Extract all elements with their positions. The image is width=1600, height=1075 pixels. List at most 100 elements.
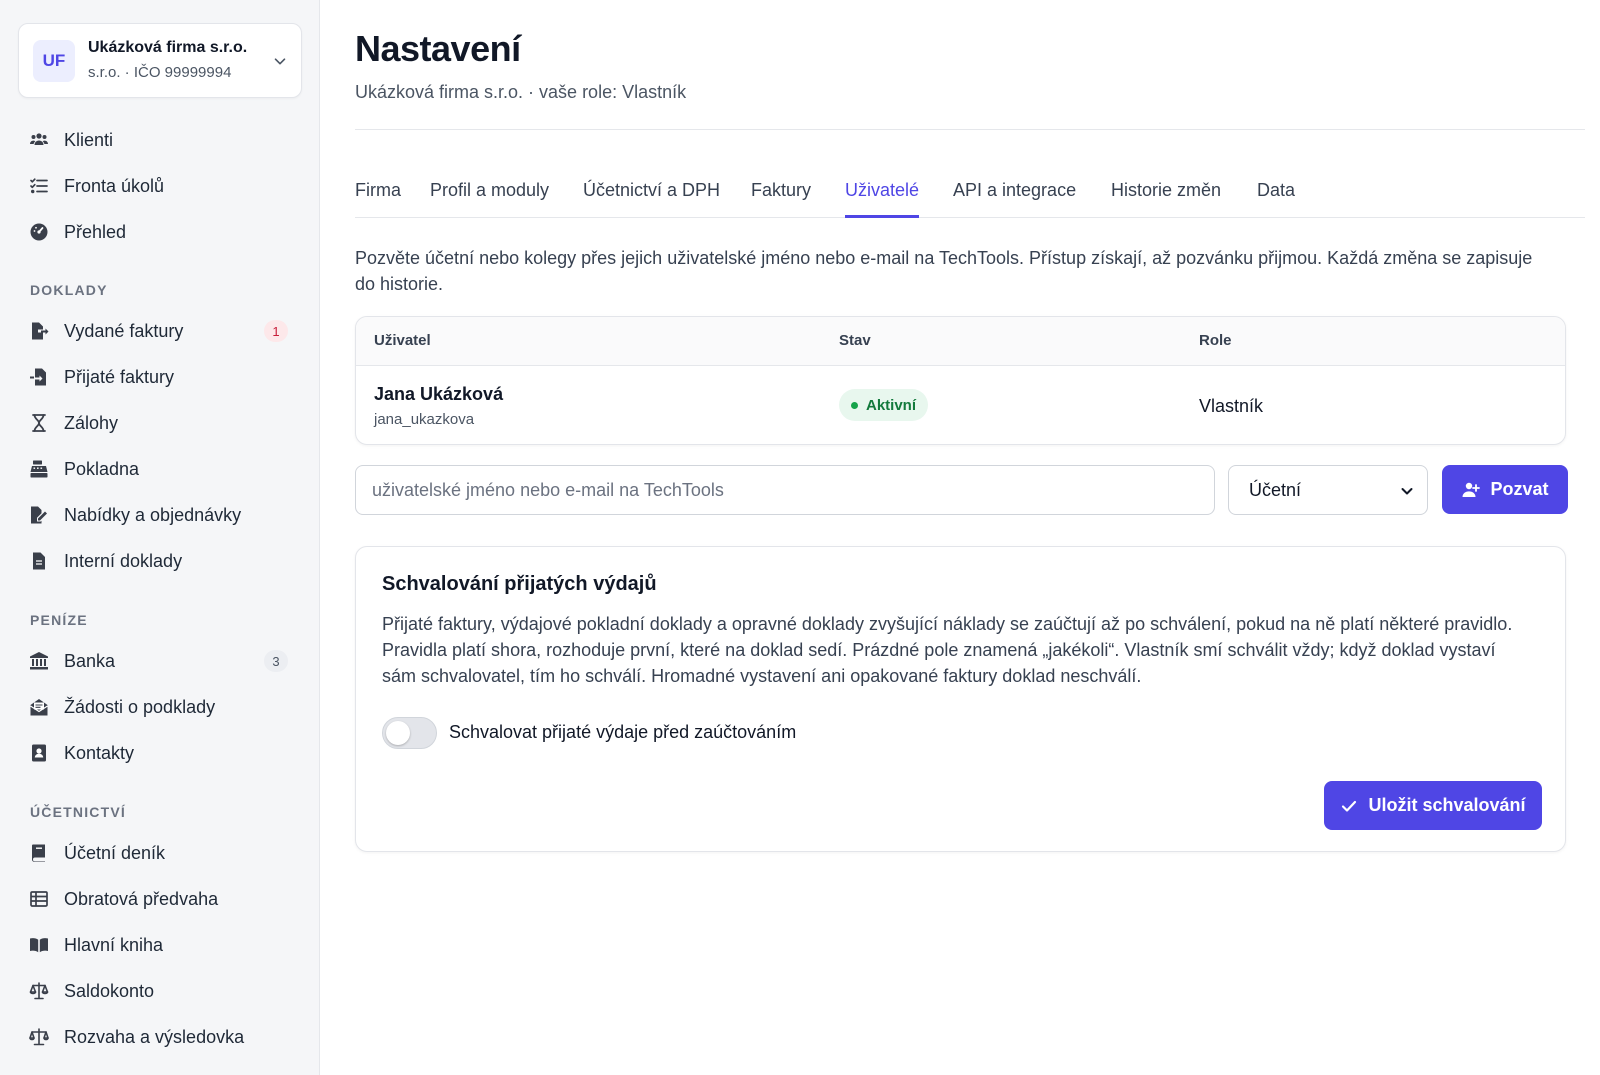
hourglass-icon xyxy=(29,413,49,433)
invite-role-select[interactable]: Účetní xyxy=(1228,465,1428,515)
sidebar-item-hlavni-kniha[interactable]: Hlavní kniha xyxy=(18,927,302,963)
invite-button-label: Pozvat xyxy=(1490,479,1549,499)
sidebar-item-nabidky-objednavky[interactable]: Nabídky a objednávky xyxy=(18,497,302,533)
sidebar-item-interni-doklady[interactable]: Interní doklady xyxy=(18,543,302,579)
sidebar-item-label: Rozvaha a výsledovka xyxy=(64,1027,245,1047)
sidebar-item-label: Hlavní kniha xyxy=(64,935,164,955)
sidebar-item-zadosti-podklady[interactable]: Žádosti o podklady xyxy=(18,689,302,725)
tab-historie-zmen[interactable]: Historie změn xyxy=(1111,180,1221,218)
sidebar-item-label: Obratová předvaha xyxy=(64,889,219,909)
invite-username-input[interactable] xyxy=(355,465,1215,515)
check-icon xyxy=(1342,800,1357,812)
gauge-icon xyxy=(29,222,49,242)
main-content: Nastavení Ukázková firma s.r.o. · vaše r… xyxy=(320,0,1600,1075)
section-title-ucetnictvi: ÚČETNICTVÍ xyxy=(30,804,126,820)
approval-title: Schvalování přijatých výdajů xyxy=(382,573,657,595)
status-label: Aktivní xyxy=(866,396,917,414)
save-approval-button[interactable]: Uložit schvalování xyxy=(1324,781,1542,830)
sidebar-item-label: Interní doklady xyxy=(64,551,183,571)
contact-book-icon xyxy=(29,743,49,763)
file-export-icon xyxy=(29,321,49,341)
users-icon xyxy=(29,130,49,150)
approval-toggle[interactable] xyxy=(382,717,437,749)
user-name: Jana Ukázková xyxy=(374,384,504,404)
users-intro-text: Pozvěte účetní nebo kolegy přes jejich u… xyxy=(355,248,1533,294)
sidebar-item-klienti[interactable]: Klienti xyxy=(18,122,302,158)
sidebar-item-obratova-predvaha[interactable]: Obratová předvaha xyxy=(18,881,302,917)
sidebar-item-label: Účetní deník xyxy=(64,843,166,863)
tab-api-integrace[interactable]: API a integrace xyxy=(953,180,1076,218)
sidebar-item-zalohy[interactable]: Zálohy xyxy=(18,405,302,441)
sidebar-item-vydane-faktury[interactable]: Vydané faktury 1 xyxy=(18,313,302,349)
sidebar-item-label: Vydané faktury xyxy=(64,321,184,341)
sidebar-item-label: Nabídky a objednávky xyxy=(64,505,242,525)
toggle-knob xyxy=(386,721,410,745)
journal-icon xyxy=(29,843,49,863)
column-header-status: Stav xyxy=(839,332,871,349)
file-import-icon xyxy=(29,367,49,387)
scale-icon xyxy=(29,981,49,1001)
sidebar-item-label: Zálohy xyxy=(64,413,119,433)
tab-firma[interactable]: Firma xyxy=(355,180,401,218)
settings-tabs: Firma Profil a moduly Účetnictví a DPH F… xyxy=(355,170,1585,218)
envelope-open-icon xyxy=(29,697,49,717)
sidebar-item-fronta-ukolu[interactable]: Fronta úkolů xyxy=(18,168,302,204)
invite-button[interactable]: Pozvat xyxy=(1442,465,1568,514)
org-subtitle: s.r.o. · IČO 99999994 xyxy=(88,64,232,81)
org-avatar: UF xyxy=(33,40,75,82)
org-switcher[interactable]: UF Ukázková firma s.r.o. s.r.o. · IČO 99… xyxy=(18,23,302,98)
sidebar-item-pokladna[interactable]: Pokladna xyxy=(18,451,302,487)
sidebar-item-label: Saldokonto xyxy=(64,981,155,1001)
section-title-doklady: DOKLADY xyxy=(30,282,108,298)
sidebar-item-label: Fronta úkolů xyxy=(64,176,165,196)
status-dot-icon xyxy=(851,401,858,409)
sidebar-item-prijate-faktury[interactable]: Přijaté faktury xyxy=(18,359,302,395)
invite-role-selected: Účetní xyxy=(1249,480,1302,500)
sidebar-item-kontakty[interactable]: Kontakty xyxy=(18,735,302,771)
sidebar-item-ucetni-denik[interactable]: Účetní deník xyxy=(18,835,302,871)
unread-count-badge: 1 xyxy=(264,320,288,342)
sidebar-item-label: Přehled xyxy=(64,222,127,242)
bank-icon xyxy=(29,651,49,671)
user-plus-icon xyxy=(1462,482,1481,497)
column-header-user: Uživatel xyxy=(374,332,431,349)
sidebar-item-label: Pokladna xyxy=(64,459,140,479)
approval-toggle-label: Schvalovat přijaté výdaje před zaúčtován… xyxy=(449,722,797,742)
section-title-penize: PENÍZE xyxy=(30,612,88,628)
sidebar-item-label: Kontakty xyxy=(64,743,135,763)
count-badge: 3 xyxy=(264,650,288,672)
user-role: Vlastník xyxy=(1199,396,1264,416)
table-header: Uživatel Stav Role xyxy=(356,317,1565,366)
chevron-down-icon xyxy=(1401,488,1413,495)
user-username: jana_ukazkova xyxy=(374,411,475,428)
page-subtitle: Ukázková firma s.r.o. · vaše role: Vlast… xyxy=(355,82,687,102)
sidebar-item-label: Přijaté faktury xyxy=(64,367,175,387)
sidebar-item-label: Žádosti o podklady xyxy=(64,697,216,717)
tab-uzivatele[interactable]: Uživatelé xyxy=(845,180,920,218)
sidebar-item-prehled[interactable]: Přehled xyxy=(18,214,302,250)
table-icon xyxy=(29,889,49,909)
tab-profil-moduly[interactable]: Profil a moduly xyxy=(430,180,549,218)
sidebar-item-rozvaha-vysledovka[interactable]: Rozvaha a výsledovka xyxy=(18,1019,302,1055)
sidebar-item-saldokonto[interactable]: Saldokonto xyxy=(18,973,302,1009)
sidebar-item-label: Klienti xyxy=(64,130,114,150)
document-icon xyxy=(29,551,49,571)
task-list-icon xyxy=(29,176,49,196)
save-approval-label: Uložit schvalování xyxy=(1368,795,1526,815)
divider xyxy=(355,129,1585,130)
sidebar-item-banka[interactable]: Banka 3 xyxy=(18,643,302,679)
scale-balanced-icon xyxy=(29,1027,49,1047)
status-badge: Aktivní xyxy=(839,389,929,421)
users-table: Uživatel Stav Role Jana Ukázková jana_uk… xyxy=(355,316,1566,445)
org-name: Ukázková firma s.r.o. xyxy=(88,39,248,56)
column-header-role: Role xyxy=(1199,332,1232,349)
sidebar: UF Ukázková firma s.r.o. s.r.o. · IČO 99… xyxy=(0,0,320,1075)
page-title: Nastavení xyxy=(355,28,521,69)
tab-data[interactable]: Data xyxy=(1257,180,1295,218)
tab-ucetnictvi-dph[interactable]: Účetnictví a DPH xyxy=(583,180,720,218)
approval-description: Přijaté faktury, výdajové pokladní dokla… xyxy=(382,614,1513,686)
cash-register-icon xyxy=(29,459,49,479)
tab-faktury[interactable]: Faktury xyxy=(751,180,811,218)
file-signature-icon xyxy=(29,505,49,525)
book-open-icon xyxy=(29,935,49,955)
